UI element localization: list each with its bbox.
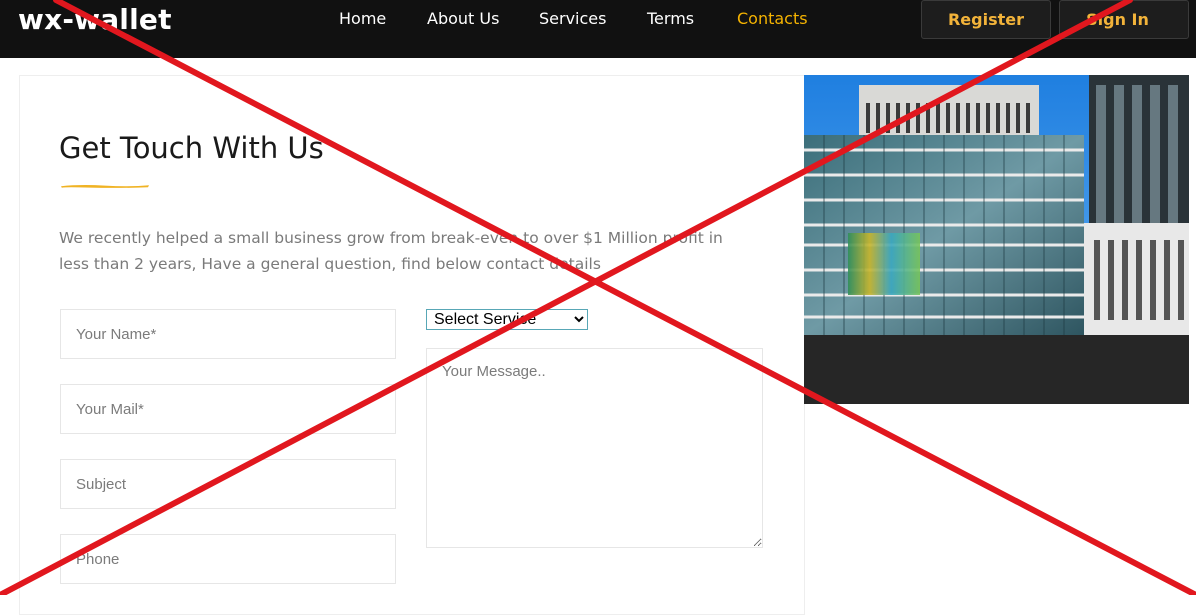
register-button[interactable]: Register — [921, 0, 1051, 39]
nav-services[interactable]: Services — [539, 9, 606, 29]
nav-about-us[interactable]: About Us — [427, 9, 499, 29]
nav-contacts[interactable]: Contacts — [737, 9, 808, 29]
phone-input[interactable] — [60, 534, 396, 584]
nav-home[interactable]: Home — [339, 9, 386, 29]
subject-input[interactable] — [60, 459, 396, 509]
site-logo[interactable]: wx-wallet — [18, 2, 172, 38]
top-navigation-bar: wx-wallet Home About Us Services Terms C… — [0, 0, 1196, 58]
sign-in-button[interactable]: Sign In — [1059, 0, 1189, 39]
nav-terms[interactable]: Terms — [647, 9, 694, 29]
office-building-photo — [804, 75, 1189, 404]
building-illustration — [804, 75, 1189, 404]
mail-input[interactable] — [60, 384, 396, 434]
message-textarea[interactable] — [426, 348, 763, 548]
page-title: Get Touch With Us — [59, 131, 324, 165]
service-select[interactable]: Select Service — [426, 309, 588, 330]
contact-description: We recently helped a small business grow… — [59, 229, 723, 273]
title-underline-brush — [61, 185, 149, 188]
name-input[interactable] — [60, 309, 396, 359]
